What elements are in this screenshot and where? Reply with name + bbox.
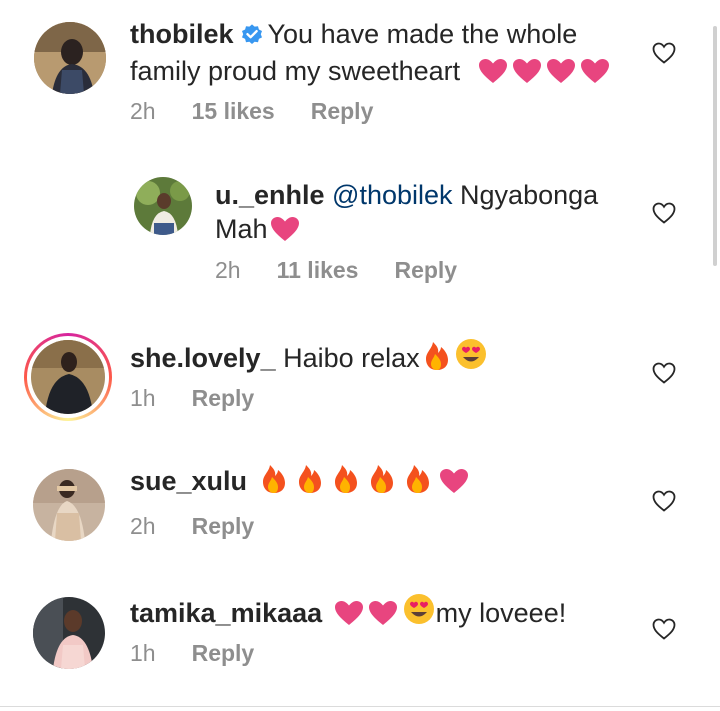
mention-link[interactable]: @thobilek [332, 180, 452, 210]
timestamp: 1h [130, 640, 156, 666]
heart-outline-icon[interactable] [652, 490, 676, 517]
comment-text: she.lovely_ Haibo relax [130, 337, 630, 379]
reply-button[interactable]: Reply [192, 385, 255, 411]
username[interactable]: she.lovely_ [130, 343, 276, 373]
comment-meta: 1h Reply [130, 385, 290, 412]
reply-button[interactable]: Reply [394, 257, 457, 283]
likes-count[interactable]: 11 likes [277, 257, 359, 283]
comment-thobilek: thobilek You have made the whole family p… [0, 0, 720, 160]
reply-button[interactable]: Reply [192, 513, 255, 539]
comment-meta: 2h Reply [130, 513, 290, 540]
comment-she-lovely: she.lovely_ Haibo relax 1h Reply [0, 320, 720, 450]
avatar[interactable] [31, 340, 105, 414]
comment-sue-xulu: sue_xulu 2h Reply [0, 450, 720, 580]
comment-meta: 1h Reply [130, 640, 290, 667]
heart-outline-icon[interactable] [652, 362, 676, 389]
avatar[interactable] [34, 22, 106, 94]
comment-meta: 2h 11 likes Reply [215, 257, 493, 284]
heart-eyes-emoji-icon [402, 592, 436, 634]
heart-emoji-icon [334, 600, 364, 634]
comment-text: sue_xulu [130, 464, 630, 502]
username[interactable]: u._enhle [215, 180, 325, 210]
timestamp: 1h [130, 385, 156, 411]
comment-text: tamika_mikaaa my loveee! [130, 592, 630, 634]
comment-text: thobilek You have made the whole family p… [130, 17, 630, 92]
reply-u-enhle: u._enhle @thobilek Ngyabonga Mah 2h 11 li… [0, 160, 720, 310]
heart-emoji-icon [368, 600, 398, 634]
heart-emoji-icon [478, 58, 508, 92]
heart-eyes-emoji-icon [454, 337, 488, 379]
divider [0, 706, 720, 707]
heart-emoji-icon [439, 468, 469, 502]
fire-emoji-icon [297, 464, 323, 502]
heart-outline-icon[interactable] [652, 618, 676, 645]
heart-emoji-icon [546, 58, 576, 92]
heart-emoji-icon [512, 58, 542, 92]
avatar[interactable] [33, 469, 105, 541]
username[interactable]: thobilek [130, 19, 234, 49]
avatar[interactable] [134, 177, 192, 235]
username[interactable]: tamika_mikaaa [130, 598, 322, 628]
comment-body: my loveee! [435, 598, 567, 628]
heart-emoji-icon [270, 216, 300, 250]
username[interactable]: sue_xulu [130, 466, 247, 496]
fire-emoji-icon [424, 341, 450, 379]
avatar[interactable] [33, 597, 105, 669]
comment-body: Haibo relax [283, 343, 420, 373]
scrollbar[interactable] [713, 26, 717, 266]
comment-meta: 2h 15 likes Reply [130, 98, 409, 125]
reply-button[interactable]: Reply [311, 98, 374, 124]
fire-emoji-icon [369, 464, 395, 502]
fire-emoji-icon [261, 464, 287, 502]
fire-emoji-icon [405, 464, 431, 502]
reply-button[interactable]: Reply [192, 640, 255, 666]
fire-emoji-icon [333, 464, 359, 502]
likes-count[interactable]: 15 likes [192, 98, 275, 124]
timestamp: 2h [130, 513, 156, 539]
timestamp: 2h [130, 98, 156, 124]
heart-outline-icon[interactable] [652, 42, 676, 69]
comment-text: u._enhle @thobilek Ngyabonga Mah [215, 178, 635, 250]
comment-tamika-mikaaa: tamika_mikaaa my loveee! 1h Reply [0, 580, 720, 706]
verified-badge-icon [240, 20, 264, 54]
heart-outline-icon[interactable] [652, 202, 676, 229]
heart-emoji-icon [580, 58, 610, 92]
timestamp: 2h [215, 257, 241, 283]
